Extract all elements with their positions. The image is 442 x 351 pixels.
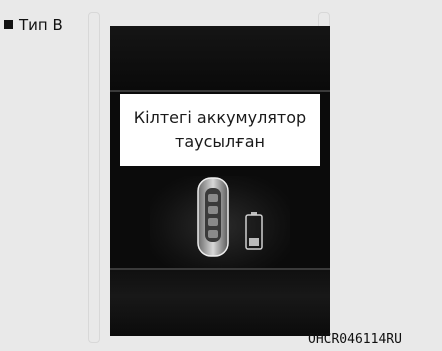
type-label: Тип B [4, 16, 63, 34]
battery-icon [245, 212, 263, 250]
black-square-icon [4, 20, 13, 29]
display-divider-top [110, 90, 330, 92]
smart-key-fob-icon [197, 177, 229, 257]
display-bottom-band [110, 270, 330, 336]
warning-message-line2: таусылған [175, 132, 265, 151]
warning-message-line1: Кілтегі аккумулятор [133, 108, 307, 127]
display-top-band [110, 26, 330, 90]
type-label-text: Тип B [19, 16, 63, 34]
frame-decoration-left [88, 12, 100, 343]
cluster-display: Кілтегі аккумулятор таусылған [110, 26, 330, 336]
warning-message: Кілтегі аккумулятор таусылған [120, 94, 320, 166]
figure-code: OHCR046114RU [308, 332, 402, 347]
illustration-frame: Тип B Кілтегі аккумулятор таусылған OHCR… [0, 0, 442, 351]
